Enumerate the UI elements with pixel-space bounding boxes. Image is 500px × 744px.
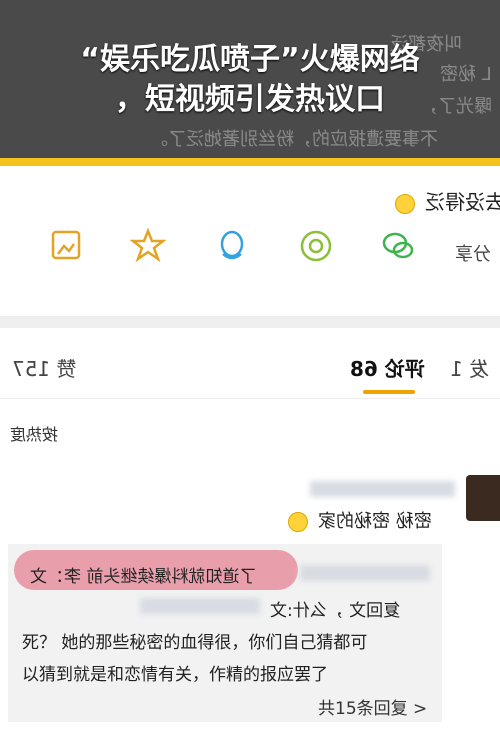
headline-banner: 叫夜都泛 L 秘密 曝光了， 不事要遭报应的，粉丝别著她泛了。 “娱乐吃瓜喷子”… xyxy=(0,0,500,158)
active-tab-indicator xyxy=(363,390,415,394)
avatar[interactable] xyxy=(466,475,500,521)
comment-text: 密秘 密秘的家 xyxy=(288,507,431,533)
reply-line-2: 复回文 ，么什:文 xyxy=(270,601,401,621)
smile-emoji-icon xyxy=(395,193,415,214)
accent-band xyxy=(0,158,500,166)
qq-icon[interactable] xyxy=(214,228,250,264)
tab-likes[interactable]: 赞 157 xyxy=(12,353,77,382)
reply-line-4: 以猜到就是和恋情有关，作精的报应罢了 xyxy=(22,665,328,685)
headline-line-1: “娱乐吃瓜喷子”火爆网络 xyxy=(80,42,420,77)
post-tabs: 赞 157 评论 68 发 1 xyxy=(0,328,500,398)
tab-reposts[interactable]: 发 1 xyxy=(450,353,489,382)
sort-by-hot-button[interactable]: 按热度 xyxy=(10,421,58,445)
favorite-icon[interactable] xyxy=(130,228,166,264)
tab-comments[interactable]: 评论 68 xyxy=(350,353,425,382)
post-text-line: 去没得泛 xyxy=(395,186,500,215)
share-bar xyxy=(0,228,500,268)
blurred-reply-name xyxy=(140,598,260,614)
headline-line-2: ，短视频引发热议口 xyxy=(115,82,385,117)
more-replies-link[interactable]: 共15条回复 > xyxy=(318,694,427,719)
blurred-reply-name xyxy=(300,565,430,581)
moments-icon[interactable] xyxy=(298,228,334,264)
blurred-username xyxy=(310,481,455,497)
headline-text: “娱乐吃瓜喷子”火爆网络 ，短视频引发热议口 xyxy=(0,40,500,120)
share-label[interactable]: 分享 xyxy=(455,240,491,266)
save-image-icon[interactable] xyxy=(48,228,84,264)
reply-line-1: 了道知就料爆续继头前 李：文 xyxy=(30,567,257,587)
wechat-icon[interactable] xyxy=(380,228,416,264)
reply-line-3: 死？ 她的那些秘密的血得很，你们自己猜都可 xyxy=(22,633,368,653)
dog-emoji-icon xyxy=(288,512,308,532)
section-divider xyxy=(0,316,500,328)
